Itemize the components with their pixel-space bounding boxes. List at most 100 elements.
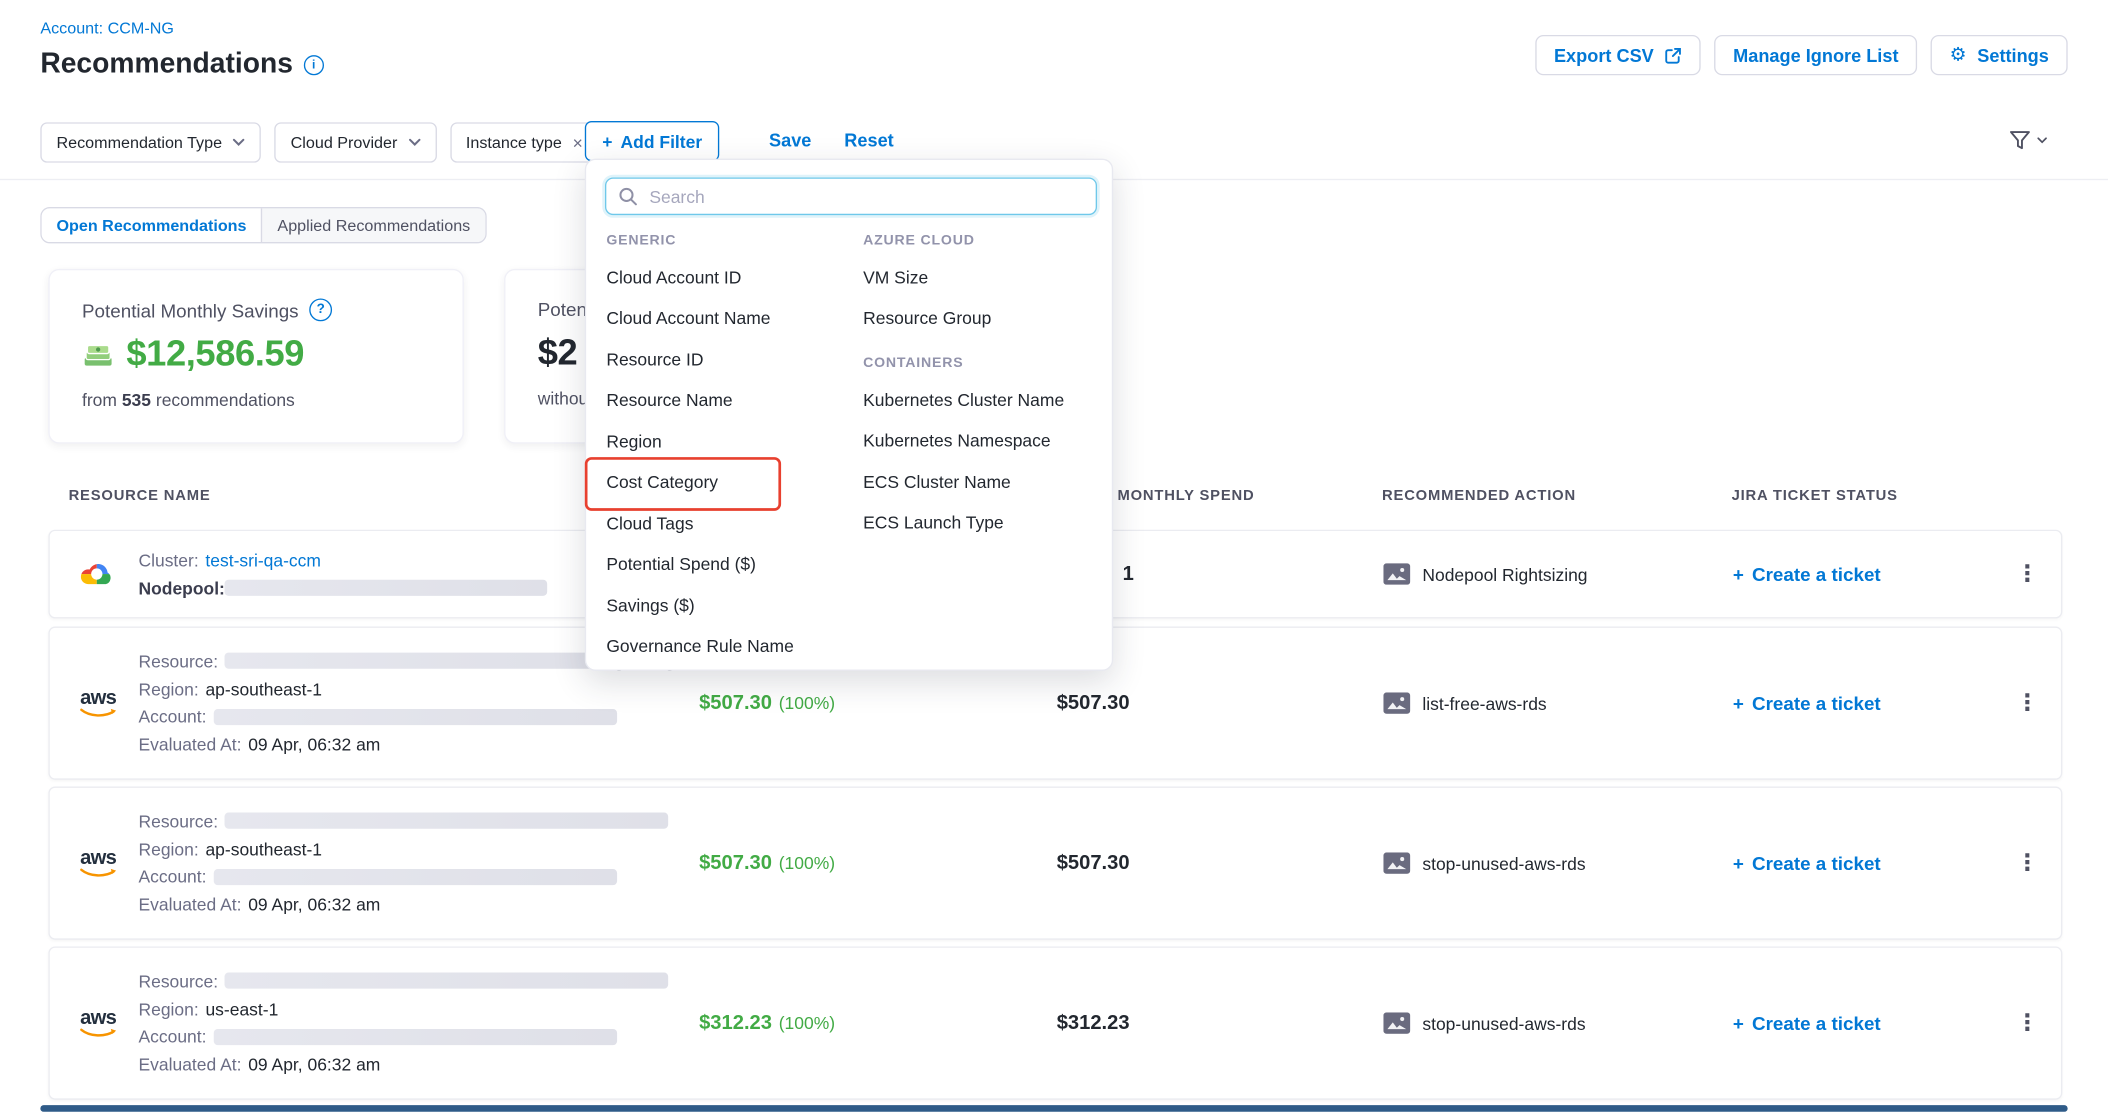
close-icon[interactable]: ×	[573, 132, 583, 152]
savings-value: $507.30	[699, 692, 772, 715]
row-menu-kebab-icon[interactable]: ⋮	[2013, 561, 2043, 588]
filter-option-vm-size[interactable]: VM Size	[863, 257, 1105, 298]
create-ticket-label: Create a ticket	[1752, 563, 1881, 585]
table-row: aws Resource: Region: ap-southeast-1 Acc…	[48, 786, 2062, 939]
filter-option-kubernetes-namespace[interactable]: Kubernetes Namespace	[863, 420, 1105, 461]
manage-ignore-list-button[interactable]: Manage Ignore List	[1714, 35, 1917, 75]
filter-option-cloud-account-id[interactable]: Cloud Account ID	[606, 257, 855, 298]
cluster-label: Cluster:	[138, 550, 198, 570]
settings-label: Settings	[1977, 45, 2049, 65]
spend-cell: $312.23	[1057, 1012, 1130, 1035]
recommended-action-cell: stop-unused-aws-rds	[1383, 1012, 1585, 1034]
manage-ignore-list-label: Manage Ignore List	[1733, 45, 1898, 65]
info-icon[interactable]: i	[304, 54, 324, 74]
tab-open-recommendations[interactable]: Open Recommendations	[42, 208, 262, 242]
evaluated-at-label: Evaluated At:	[138, 895, 241, 915]
cluster-name-link[interactable]: test-sri-qa-ccm	[205, 550, 321, 570]
resource-label: Resource:	[138, 811, 218, 831]
action-thumbnail-icon	[1383, 1012, 1410, 1034]
spend-value-fragment: $2	[538, 332, 578, 374]
filter-option-kubernetes-cluster-name[interactable]: Kubernetes Cluster Name	[863, 379, 1105, 420]
action-label: list-free-aws-rds	[1422, 693, 1546, 713]
savings-percent: (100%)	[779, 693, 835, 713]
card-title-row: Potential Monthly Savings ?	[82, 298, 430, 321]
create-ticket-link[interactable]: + Create a ticket	[1733, 1012, 1881, 1034]
chevron-down-icon	[2037, 137, 2048, 144]
plus-icon: +	[1733, 852, 1744, 874]
resource-cell: Resource: Region: us-east-1 Account: Eva…	[138, 967, 676, 1079]
action-label: stop-unused-aws-rds	[1422, 1013, 1585, 1033]
filter-chips: Recommendation Type Cloud Provider Insta…	[40, 122, 599, 162]
redacted-value	[225, 973, 669, 989]
card-title-fragment: Poten	[538, 298, 587, 320]
row-menu-kebab-icon[interactable]: ⋮	[2013, 1010, 2043, 1037]
header-actions: Export CSV Manage Ignore List ⚙ Settings	[1535, 35, 2068, 75]
create-ticket-link[interactable]: + Create a ticket	[1733, 563, 1881, 585]
page-title: Recommendations	[40, 48, 293, 80]
redacted-value	[213, 1029, 616, 1045]
filter-option-cloud-tags[interactable]: Cloud Tags	[606, 503, 855, 544]
gear-icon: ⚙	[1950, 46, 1967, 65]
create-ticket-link[interactable]: + Create a ticket	[1733, 692, 1881, 714]
filter-option-cost-category[interactable]: Cost Category	[606, 462, 855, 503]
row-menu-kebab-icon[interactable]: ⋮	[2013, 850, 2043, 877]
region-value: ap-southeast-1	[205, 839, 322, 859]
dropdown-column-cloud: AZURE CLOUD VM Size Resource Group CONTA…	[863, 233, 1105, 544]
filter-option-cloud-account-name[interactable]: Cloud Account Name	[606, 298, 855, 339]
filter-chip-recommendation-type[interactable]: Recommendation Type	[40, 122, 261, 162]
monthly-savings-cell: $507.30(100%)	[699, 852, 835, 875]
account-label: Account:	[138, 867, 206, 887]
filter-chip-cloud-provider[interactable]: Cloud Provider	[275, 122, 437, 162]
plus-icon: +	[1733, 1012, 1744, 1034]
search-input[interactable]	[647, 185, 1084, 208]
filter-option-governance-rule-name[interactable]: Governance Rule Name	[606, 626, 855, 667]
filter-panel-toggle[interactable]	[2009, 129, 2048, 152]
filter-option-resource-id[interactable]: Resource ID	[606, 339, 855, 380]
redacted-value	[213, 709, 616, 725]
filter-option-potential-spend[interactable]: Potential Spend ($)	[606, 544, 855, 585]
evaluated-at-label: Evaluated At:	[138, 1055, 241, 1075]
filter-chip-instance-type[interactable]: Instance type ×	[450, 122, 599, 162]
row-menu-kebab-icon[interactable]: ⋮	[2013, 690, 2043, 717]
action-thumbnail-icon	[1383, 692, 1410, 714]
resource-label: Resource:	[138, 651, 218, 671]
savings-value-row: $12,586.59	[82, 333, 430, 375]
gcp-logo	[79, 559, 114, 589]
filter-option-resource-group[interactable]: Resource Group	[863, 298, 1105, 339]
tab-applied-recommendations[interactable]: Applied Recommendations	[261, 208, 485, 242]
evaluated-at-label: Evaluated At:	[138, 735, 241, 755]
export-csv-button[interactable]: Export CSV	[1535, 35, 1701, 75]
plus-icon: +	[1733, 692, 1744, 714]
recommended-action-cell: Nodepool Rightsizing	[1383, 563, 1587, 585]
filter-option-savings[interactable]: Savings ($)	[606, 585, 855, 626]
section-header-azure-cloud: AZURE CLOUD	[863, 233, 1105, 249]
region-label: Region:	[138, 999, 198, 1019]
column-header-recommended-action: RECOMMENDED ACTION	[1382, 488, 1576, 504]
page-title-row: Recommendations i	[40, 48, 323, 80]
filter-option-region[interactable]: Region	[606, 421, 855, 462]
recommendation-count: 535	[122, 390, 151, 410]
redacted-value	[225, 653, 599, 669]
redacted-value	[213, 869, 616, 885]
spend-cell-fragment: 1	[1123, 563, 1134, 586]
filter-option-ecs-cluster-name[interactable]: ECS Cluster Name	[863, 461, 1105, 502]
section-header-generic: GENERIC	[606, 233, 855, 249]
chip-label: Cloud Provider	[291, 133, 398, 152]
resource-cell: Resource: Region: ap-southeast-1 Account…	[138, 807, 676, 919]
reset-filter-link[interactable]: Reset	[844, 130, 893, 150]
card-title: Potential Monthly Savings	[82, 299, 299, 321]
account-breadcrumb[interactable]: Account: CCM-NG	[40, 19, 174, 38]
create-ticket-link[interactable]: + Create a ticket	[1733, 852, 1881, 874]
filter-option-ecs-launch-type[interactable]: ECS Launch Type	[863, 502, 1105, 543]
region-value: us-east-1	[205, 999, 278, 1019]
save-filter-link[interactable]: Save	[769, 130, 811, 150]
export-csv-label: Export CSV	[1554, 45, 1654, 65]
bottom-scroll-bar[interactable]	[40, 1105, 2067, 1112]
filter-option-resource-name[interactable]: Resource Name	[606, 380, 855, 421]
external-link-icon	[1665, 46, 1682, 63]
aws-logo: aws	[79, 848, 117, 879]
settings-button[interactable]: ⚙ Settings	[1931, 35, 2068, 75]
action-thumbnail-icon	[1383, 563, 1410, 585]
help-icon[interactable]: ?	[309, 298, 332, 321]
add-filter-button[interactable]: + Add Filter	[585, 121, 720, 161]
